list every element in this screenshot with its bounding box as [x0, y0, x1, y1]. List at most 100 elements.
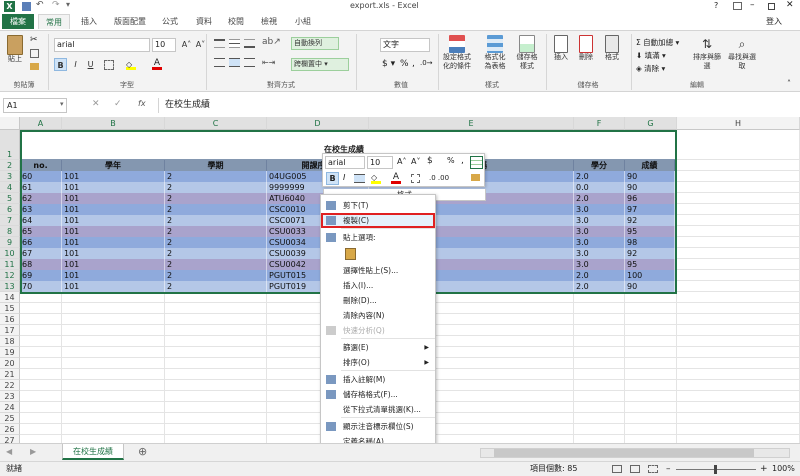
row-header-7[interactable]: 7	[0, 215, 20, 226]
table-cell[interactable]: 63	[20, 204, 62, 215]
column-header-h[interactable]: H	[677, 117, 800, 130]
menu-item-10[interactable]: 篩選(E) ▶	[321, 340, 435, 355]
zoom-out-button[interactable]: –	[666, 462, 671, 476]
sheet-scroll-left-icon[interactable]: ◀	[6, 447, 12, 456]
mini-borders-icon[interactable]	[411, 174, 420, 183]
mini-font-color-icon[interactable]: A	[391, 172, 401, 184]
table-cell[interactable]: 2.0	[574, 193, 625, 204]
mini-format-painter-icon[interactable]	[471, 174, 480, 181]
row-header-2[interactable]: 2	[0, 160, 20, 171]
paste-button[interactable]: 貼上	[4, 35, 26, 64]
column-header-b[interactable]: B	[62, 117, 165, 130]
table-cell[interactable]: 2	[165, 171, 267, 182]
menu-item-15[interactable]: 顯示注音標示欄位(S)	[321, 419, 435, 434]
align-middle-icon[interactable]	[229, 39, 240, 48]
italic-button[interactable]: I	[69, 58, 82, 71]
mini-font-combo[interactable]: arial	[325, 156, 365, 169]
row-header-6[interactable]: 6	[0, 204, 20, 215]
tab-view[interactable]: 檢視	[255, 14, 283, 29]
row-header-13[interactable]: 13	[0, 281, 20, 292]
row-header-14[interactable]: 14	[0, 292, 20, 303]
tab-insert[interactable]: 插入	[74, 14, 104, 29]
table-cell[interactable]: 0.0	[574, 182, 625, 193]
row-header-19[interactable]: 19	[0, 347, 20, 358]
tab-file[interactable]: 檔案	[2, 14, 34, 29]
add-sheet-button[interactable]: ⊕	[138, 445, 147, 458]
table-cell[interactable]: 2.0	[574, 171, 625, 182]
delete-cells-button[interactable]: 刪除	[576, 35, 596, 62]
row-header-4[interactable]: 4	[0, 182, 20, 193]
mini-center-icon[interactable]	[354, 174, 365, 183]
cell-styles-button[interactable]: 儲存格樣式	[514, 35, 540, 71]
conditional-formatting-button[interactable]: 設定格式化的條件	[442, 35, 472, 71]
menu-item-14[interactable]: 從下拉式清單挑選(K)...	[321, 402, 435, 417]
table-cell[interactable]: 2	[165, 182, 267, 193]
minimize-button[interactable]: –	[750, 0, 755, 10]
format-as-table-button[interactable]: 格式化為表格	[482, 35, 508, 71]
autosum-button[interactable]: Σ 自動加總 ▾	[636, 37, 679, 48]
mini-shrink-font-icon[interactable]: A˅	[411, 157, 420, 166]
table-cell[interactable]: 61	[20, 182, 62, 193]
font-size-combo[interactable]: 10	[152, 38, 176, 52]
table-cell[interactable]: 2	[165, 193, 267, 204]
table-cell[interactable]: 101	[62, 281, 165, 292]
table-cell[interactable]: 97	[625, 204, 675, 215]
table-cell[interactable]: 90	[625, 182, 675, 193]
number-format-combo[interactable]: 文字	[380, 38, 430, 52]
align-left-icon[interactable]	[214, 58, 225, 67]
sort-filter-button[interactable]: ⇅ 排序與篩選	[690, 35, 724, 71]
table-cell[interactable]: 101	[62, 248, 165, 259]
font-name-combo[interactable]: arial	[54, 38, 150, 52]
table-cell[interactable]: 101	[62, 215, 165, 226]
insert-cells-button[interactable]: 插入	[551, 35, 571, 62]
cut-icon[interactable]: ✂	[30, 35, 38, 45]
menu-item-2[interactable]: 複製(C)	[321, 213, 435, 228]
table-cell[interactable]: 3.0	[574, 204, 625, 215]
table-cell[interactable]: 70	[20, 281, 62, 292]
insert-function-icon[interactable]: fx	[138, 99, 146, 108]
table-cell[interactable]: 3.0	[574, 259, 625, 270]
table-cell[interactable]: 101	[62, 182, 165, 193]
align-bottom-icon[interactable]	[244, 39, 255, 48]
table-cell[interactable]: 2	[165, 281, 267, 292]
table-cell[interactable]: 100	[625, 270, 675, 281]
font-color-icon[interactable]: A	[152, 58, 162, 70]
row-header-18[interactable]: 18	[0, 336, 20, 347]
table-cell[interactable]: 2	[165, 248, 267, 259]
table-cell[interactable]: 3.0	[574, 215, 625, 226]
close-button[interactable]: ✕	[786, 0, 794, 10]
table-cell[interactable]: 62	[20, 193, 62, 204]
table-cell[interactable]: 2.0	[574, 270, 625, 281]
mini-fill-color-icon[interactable]: ◇	[371, 173, 381, 184]
menu-item-12[interactable]: 插入註解(M)	[321, 372, 435, 387]
align-right-icon[interactable]	[244, 58, 255, 67]
select-all-corner[interactable]	[0, 117, 20, 130]
format-cells-button[interactable]: 格式	[602, 35, 622, 62]
fill-color-icon[interactable]: ◇	[126, 60, 136, 70]
orientation-icon[interactable]: ab↗	[262, 37, 281, 47]
page-layout-view-icon[interactable]	[630, 465, 640, 473]
row-header-12[interactable]: 12	[0, 270, 20, 281]
name-box-dropdown-icon[interactable]: ▾	[60, 100, 64, 108]
column-header-g[interactable]: G	[625, 117, 677, 130]
table-cell[interactable]: 90	[625, 171, 675, 182]
table-cell[interactable]: 101	[62, 237, 165, 248]
wrap-text-button[interactable]: 自動換列	[291, 37, 339, 50]
currency-icon[interactable]: $ ▾	[382, 59, 395, 69]
table-cell[interactable]: 68	[20, 259, 62, 270]
row-header-24[interactable]: 24	[0, 402, 20, 413]
merge-center-button[interactable]: 跨欄置中 ▾	[291, 58, 349, 71]
mini-currency-button[interactable]: $	[427, 156, 433, 166]
align-center-icon[interactable]	[229, 58, 240, 67]
table-cell[interactable]: 101	[62, 226, 165, 237]
table-cell[interactable]: 2	[165, 226, 267, 237]
table-cell[interactable]: 2	[165, 204, 267, 215]
row-header-5[interactable]: 5	[0, 193, 20, 204]
name-box[interactable]: A1	[3, 98, 67, 113]
tab-review[interactable]: 校閱	[222, 14, 250, 29]
undo-icon[interactable]: ↶	[36, 0, 44, 10]
menu-item-3[interactable]: 貼上選項:	[321, 230, 435, 245]
collapse-ribbon-icon[interactable]: ˄	[787, 79, 791, 88]
find-select-button[interactable]: ⌕ 尋找與選取	[728, 35, 756, 71]
indent-icon[interactable]: ⇤⇥	[262, 58, 275, 67]
